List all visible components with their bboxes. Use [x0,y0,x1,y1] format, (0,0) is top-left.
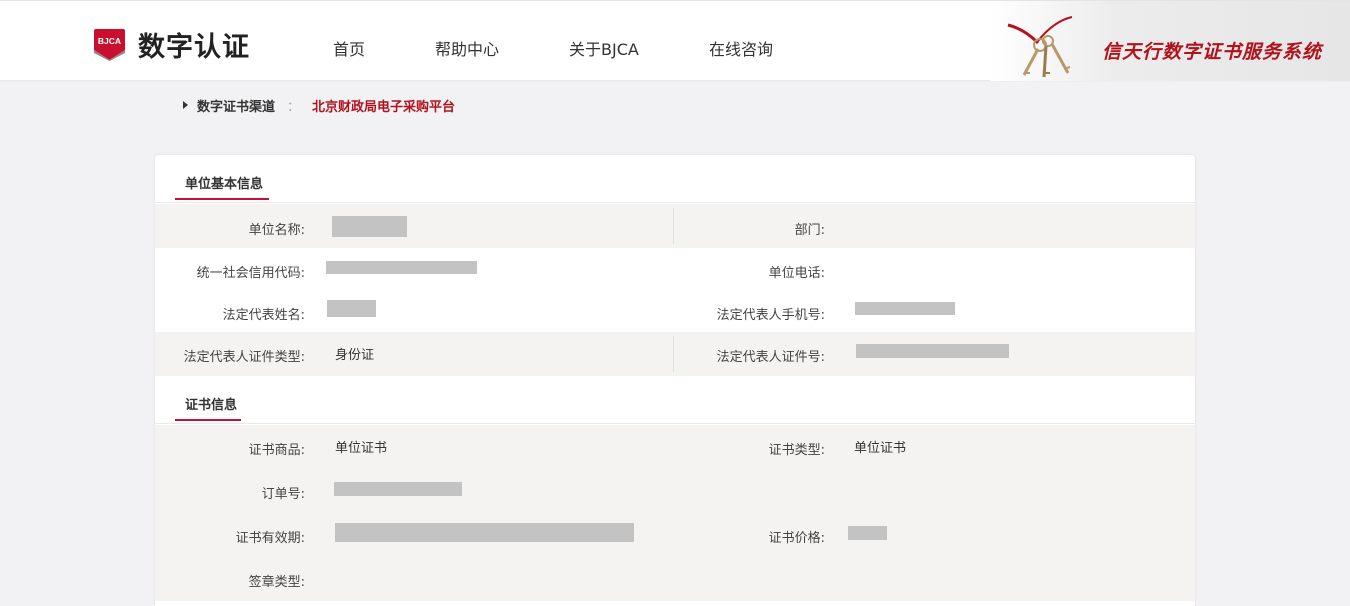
column-divider [673,208,674,244]
credit-code-label: 统一社会信用代码: [196,266,305,281]
top-header: BJCA 数字认证 首页 帮助中心 关于BJCA 在线咨询 信天行数字证书服务系… [0,0,1350,81]
column-divider [673,336,674,372]
legal-rep-id-type-value: 身份证 [335,348,375,363]
row-credit-code: 统一社会信用代码: 单位电话: [155,248,1195,292]
credit-code-value-redacted [326,261,477,274]
legal-rep-mobile-value-redacted [855,302,955,315]
section-cert-info-title: 证书信息 [185,398,238,413]
order-no-label: 订单号: [261,487,305,502]
row-order-no: 订单号: [155,469,1195,513]
department-label: 部门: [794,223,825,238]
breadcrumb-separator: ： [287,99,301,115]
unit-phone-label: 单位电话: [768,266,825,281]
nav-help-center[interactable]: 帮助中心 [435,36,499,60]
section-cert-info-header: 证书信息 [155,376,1195,424]
breadcrumb: 数字证书渠道 ： 北京财政局电子采购平台 [183,96,455,115]
seal-type-label: 签章类型: [248,575,305,590]
section-underline [175,419,241,421]
order-no-value-redacted [334,482,462,496]
legal-rep-id-no-value-redacted [856,344,1009,358]
row-seal-type: 签章类型: [155,557,1195,601]
row-cert-validity: 证书有效期: 证书价格: [155,513,1195,557]
unit-name-value-redacted [332,216,407,237]
breadcrumb-channel[interactable]: 北京财政局电子采购平台 [312,96,455,115]
legal-rep-name-value-redacted [327,300,376,317]
nav-about-bjca[interactable]: 关于BJCA [569,36,639,60]
system-title: 信天行数字证书服务系统 [1101,41,1322,63]
nav-home[interactable]: 首页 [333,36,365,60]
cert-type-value: 单位证书 [854,441,907,456]
keys-icon [1007,16,1073,78]
card-bottom-strip [155,601,1195,606]
legal-rep-id-no-label: 法定代表人证件号: [716,350,825,365]
cert-product-value: 单位证书 [335,441,388,456]
cert-validity-label: 证书有效期: [235,531,305,546]
row-legal-rep-id: 法定代表人证件类型: 身份证 法定代表人证件号: [155,332,1195,376]
logo-text: 数字认证 [138,31,250,63]
bjca-badge-icon: BJCA [93,28,126,61]
row-unit-name: 单位名称: 部门: [155,204,1195,248]
info-card: 单位基本信息 单位名称: 部门: 统一社会信用代码: 单位电话: 法定代表姓名:… [155,155,1195,606]
section-basic-info-header: 单位基本信息 [155,155,1195,203]
row-cert-product: 证书商品: 单位证书 证书类型: 单位证书 [155,425,1195,469]
section-underline [175,198,269,200]
row-legal-rep-name: 法定代表姓名: 法定代表人手机号: [155,292,1195,336]
legal-rep-id-type-label: 法定代表人证件类型: [183,350,305,365]
cert-price-label: 证书价格: [768,531,825,546]
caret-right-icon [183,101,188,109]
legal-rep-name-label: 法定代表姓名: [222,308,305,323]
legal-rep-mobile-label: 法定代表人手机号: [716,308,825,323]
bjca-logo[interactable]: BJCA 数字认证 [93,26,250,63]
cert-type-label: 证书类型: [768,443,825,458]
cert-validity-value-redacted [335,523,634,542]
section-basic-info-title: 单位基本信息 [185,177,264,192]
cert-price-value-redacted [848,526,887,540]
unit-name-label: 单位名称: [248,223,305,238]
cert-product-label: 证书商品: [248,443,305,458]
svg-text:BJCA: BJCA [98,36,121,46]
breadcrumb-label: 数字证书渠道 [197,99,276,115]
nav-online-consult[interactable]: 在线咨询 [709,36,773,60]
